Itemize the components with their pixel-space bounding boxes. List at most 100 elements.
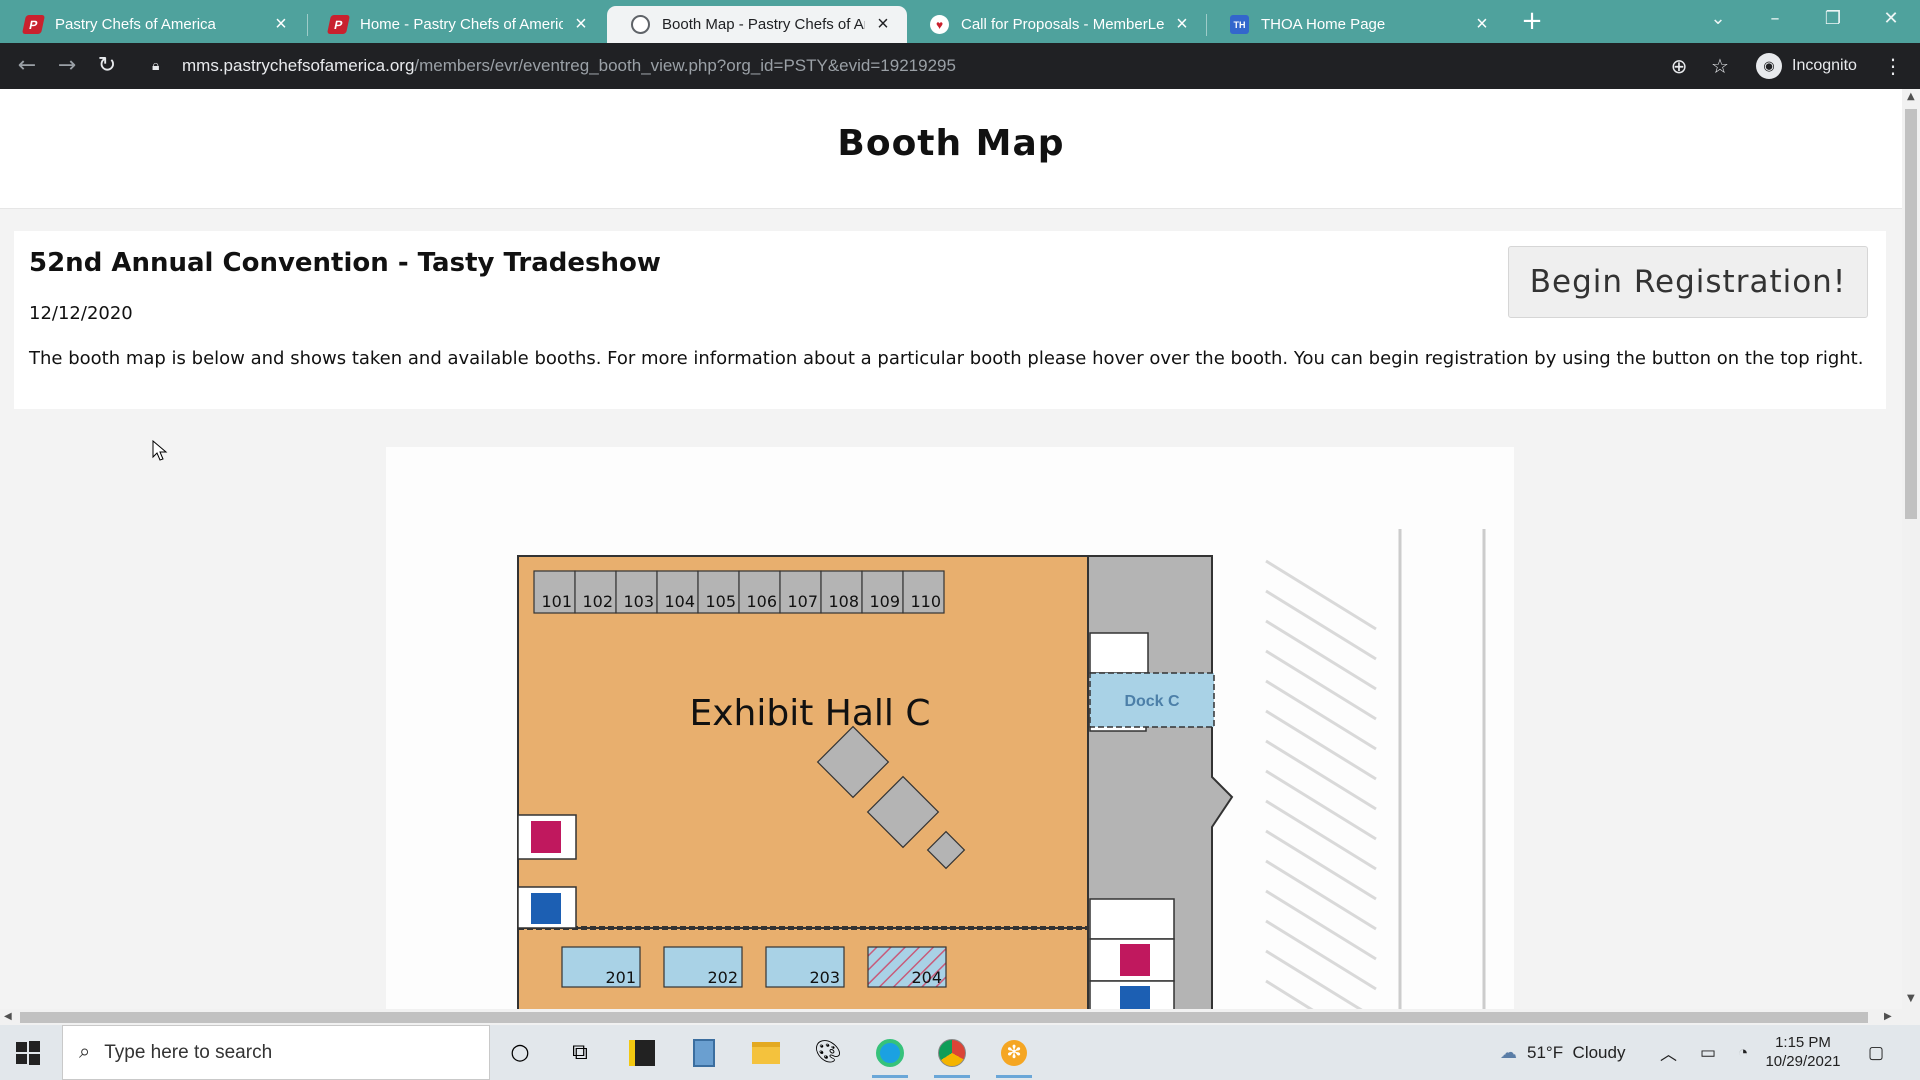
booth-number: 110: [910, 592, 941, 611]
vertical-scrollbar[interactable]: ▲ ▼: [1902, 89, 1920, 1009]
booth-number: 107: [787, 592, 818, 611]
notification-icon[interactable]: ▢: [1868, 1025, 1884, 1080]
booth-number: 103: [623, 592, 654, 611]
scroll-down-arrow-icon[interactable]: ▼: [1907, 993, 1915, 1004]
tab-search-icon[interactable]: ⌄: [1695, 4, 1741, 34]
tab-title: Pastry Chefs of America: [55, 16, 216, 33]
booth-number: 203: [809, 968, 840, 987]
booth-101[interactable]: 101: [533, 570, 576, 614]
back-arrow-icon[interactable]: ←: [12, 51, 42, 81]
horizontal-scrollbar[interactable]: ◀ ▶: [0, 1009, 1902, 1025]
event-info-card: 52nd Annual Convention - Tasty Tradeshow…: [14, 231, 1886, 409]
tab-call-for-proposals[interactable]: ♥ Call for Proposals - MemberLeap ×: [906, 6, 1206, 43]
booth-number: 105: [705, 592, 736, 611]
booth-109[interactable]: 109: [861, 570, 904, 614]
sticky-notes-icon[interactable]: [614, 1025, 670, 1080]
scroll-right-arrow-icon[interactable]: ▶: [1884, 1011, 1892, 1022]
booth-104[interactable]: 104: [656, 570, 699, 614]
calculator-icon[interactable]: [676, 1025, 732, 1080]
booth-number: 104: [664, 592, 695, 611]
tab-pastry-chefs[interactable]: P Pastry Chefs of America ×: [0, 6, 305, 43]
chevron-up-icon[interactable]: ︿: [1660, 1025, 1677, 1080]
close-tab-icon[interactable]: ×: [873, 13, 893, 36]
url-path: /members/evr/eventreg_booth_view.php?org…: [414, 56, 956, 75]
booth-number: 204: [911, 968, 942, 987]
incognito-icon: ◉: [1756, 53, 1782, 79]
horizontal-scroll-thumb[interactable]: [20, 1012, 1868, 1023]
thoa-icon: TH: [1230, 15, 1249, 34]
tab-thoa-home[interactable]: TH THOA Home Page ×: [1206, 6, 1506, 43]
windows-taskbar: ⌕ Type here to search ○ ⧉ 🎨︎ ✻ ☁ 51°F Cl…: [0, 1025, 1920, 1080]
bookmark-star-icon[interactable]: ☆: [1705, 51, 1735, 81]
app-asterisk-icon[interactable]: ✻: [986, 1025, 1042, 1080]
men-restroom-icon: [1120, 986, 1150, 1009]
cloud-icon: ☁: [1500, 1042, 1517, 1062]
close-tab-icon[interactable]: ×: [571, 13, 591, 36]
service-room: [1089, 898, 1175, 940]
forward-arrow-icon[interactable]: →: [52, 51, 82, 81]
globe-icon: [631, 15, 650, 34]
pastry-chefs-logo-icon: P: [21, 15, 46, 34]
browser-tab-strip: P Pastry Chefs of America × P Home - Pas…: [0, 0, 1920, 43]
booth-number: 102: [582, 592, 613, 611]
booth-110[interactable]: 110: [902, 570, 945, 614]
booth-number: 108: [828, 592, 859, 611]
taskbar-clock[interactable]: 1:15 PM 10/29/2021: [1758, 1033, 1848, 1071]
parking-stripes: [1265, 559, 1377, 1009]
scroll-up-arrow-icon[interactable]: ▲: [1907, 91, 1915, 102]
event-date: 12/12/2020: [29, 303, 133, 324]
minimize-button[interactable]: –: [1752, 4, 1798, 34]
kebab-menu-icon[interactable]: ⋮: [1878, 51, 1908, 81]
weather-text: 51°F Cloudy: [1527, 1042, 1626, 1062]
event-description: The booth map is below and shows taken a…: [29, 348, 1864, 369]
tab-booth-map[interactable]: Booth Map - Pastry Chefs of Am ×: [607, 6, 907, 43]
pastry-chefs-logo-icon: P: [326, 15, 351, 34]
close-window-button[interactable]: ✕: [1868, 4, 1914, 34]
address-bar[interactable]: 🔒︎ mms.pastrychefsofamerica.org /members…: [138, 48, 1838, 84]
cortana-icon[interactable]: ○: [492, 1025, 548, 1080]
close-tab-icon[interactable]: ×: [1472, 13, 1492, 36]
booth-105[interactable]: 105: [697, 570, 740, 614]
weather-widget[interactable]: ☁ 51°F Cloudy: [1500, 1025, 1625, 1080]
incognito-indicator[interactable]: ◉ Incognito: [1756, 50, 1857, 82]
booth-number: 202: [707, 968, 738, 987]
vertical-scroll-thumb[interactable]: [1905, 109, 1917, 519]
event-title: 52nd Annual Convention - Tasty Tradeshow: [29, 248, 661, 278]
tab-home-pastry-chefs[interactable]: P Home - Pastry Chefs of America ×: [305, 6, 605, 43]
close-tab-icon[interactable]: ×: [271, 13, 291, 36]
begin-registration-button[interactable]: Begin Registration!: [1508, 246, 1868, 318]
booth-number: 101: [541, 592, 572, 611]
exhibit-hall-label: Exhibit Hall C: [690, 693, 931, 734]
taskbar-search-box[interactable]: ⌕ Type here to search: [62, 1025, 490, 1080]
restore-button[interactable]: ❐: [1810, 4, 1856, 34]
booth-108[interactable]: 108: [820, 570, 863, 614]
close-tab-icon[interactable]: ×: [1172, 13, 1192, 36]
clock-time: 1:15 PM: [1775, 1034, 1831, 1051]
booth-106[interactable]: 106: [738, 570, 781, 614]
edge-icon[interactable]: [862, 1025, 918, 1080]
windows-start-icon[interactable]: [14, 1039, 42, 1067]
booth-107[interactable]: 107: [779, 570, 822, 614]
paint-icon[interactable]: 🎨︎: [800, 1025, 856, 1080]
booth-103[interactable]: 103: [615, 570, 658, 614]
tab-title: Booth Map - Pastry Chefs of Am: [662, 16, 865, 33]
booth-102[interactable]: 102: [574, 570, 617, 614]
battery-icon[interactable]: ▭: [1700, 1025, 1716, 1080]
reload-icon[interactable]: ↻: [92, 51, 122, 81]
booth-204[interactable]: 204: [867, 946, 947, 988]
chrome-icon[interactable]: [924, 1025, 980, 1080]
page-header: Booth Map: [0, 89, 1902, 209]
new-tab-button[interactable]: +: [1518, 8, 1546, 36]
booth-map: Dock C Exhibit Hall C 101 102 103 104 105 106…: [386, 447, 1514, 1009]
service-room: [1089, 632, 1149, 674]
task-view-icon[interactable]: ⧉: [552, 1025, 608, 1080]
dock-c-label: Dock C: [1124, 693, 1180, 710]
booth-202[interactable]: 202: [663, 946, 743, 988]
booth-203[interactable]: 203: [765, 946, 845, 988]
zoom-icon[interactable]: ⊕: [1664, 51, 1694, 81]
file-explorer-icon[interactable]: [738, 1025, 794, 1080]
wifi-icon[interactable]: ◔: [1738, 1025, 1748, 1080]
url-host: mms.pastrychefsofamerica.org: [182, 56, 415, 75]
booth-201[interactable]: 201: [561, 946, 641, 988]
scroll-left-arrow-icon[interactable]: ◀: [4, 1011, 12, 1022]
